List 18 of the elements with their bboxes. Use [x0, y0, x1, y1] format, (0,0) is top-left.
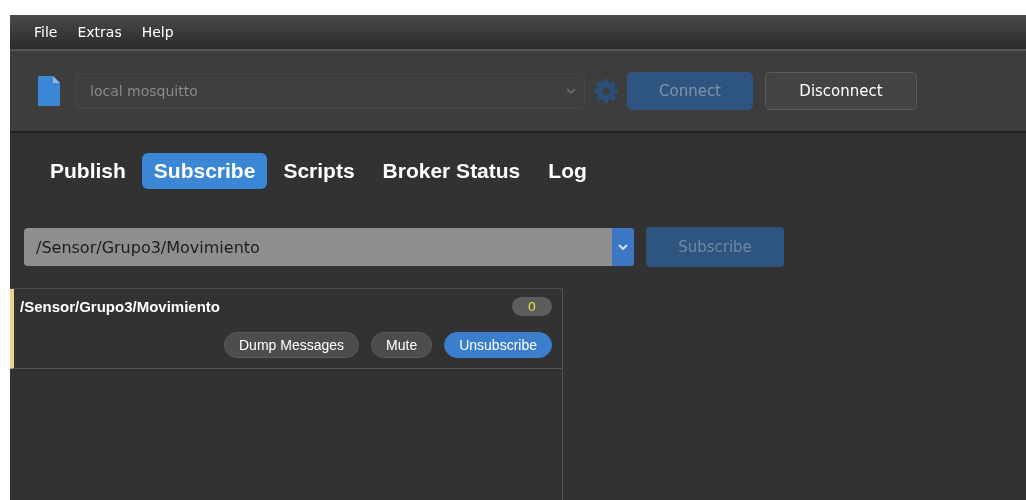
unsubscribe-button[interactable]: Unsubscribe: [444, 332, 552, 358]
tab[interactable]: Subscribe: [141, 153, 268, 189]
document-icon[interactable]: [38, 76, 60, 106]
caret-icon: [566, 88, 576, 94]
disconnect-button[interactable]: Disconnect: [765, 72, 917, 110]
tab[interactable]: Broker Status: [370, 153, 533, 189]
menu-item[interactable]: Help: [141, 24, 174, 40]
subscription-button[interactable]: Mute: [371, 332, 433, 358]
topic-label: /Sensor/Grupo3/Movimiento: [20, 298, 221, 315]
message-count: 0: [511, 297, 552, 316]
menu-item[interactable]: File: [34, 24, 58, 40]
topic-combobox[interactable]: /Sensor/Grupo3/Movimiento: [24, 228, 634, 266]
tab[interactable]: Publish: [38, 153, 138, 189]
tab[interactable]: Log: [536, 153, 599, 189]
menu-item[interactable]: Extras: [77, 24, 122, 40]
tab[interactable]: Scripts: [271, 153, 367, 189]
caret-icon[interactable]: [618, 244, 628, 250]
subscription-button[interactable]: Dump Messages: [224, 332, 360, 358]
